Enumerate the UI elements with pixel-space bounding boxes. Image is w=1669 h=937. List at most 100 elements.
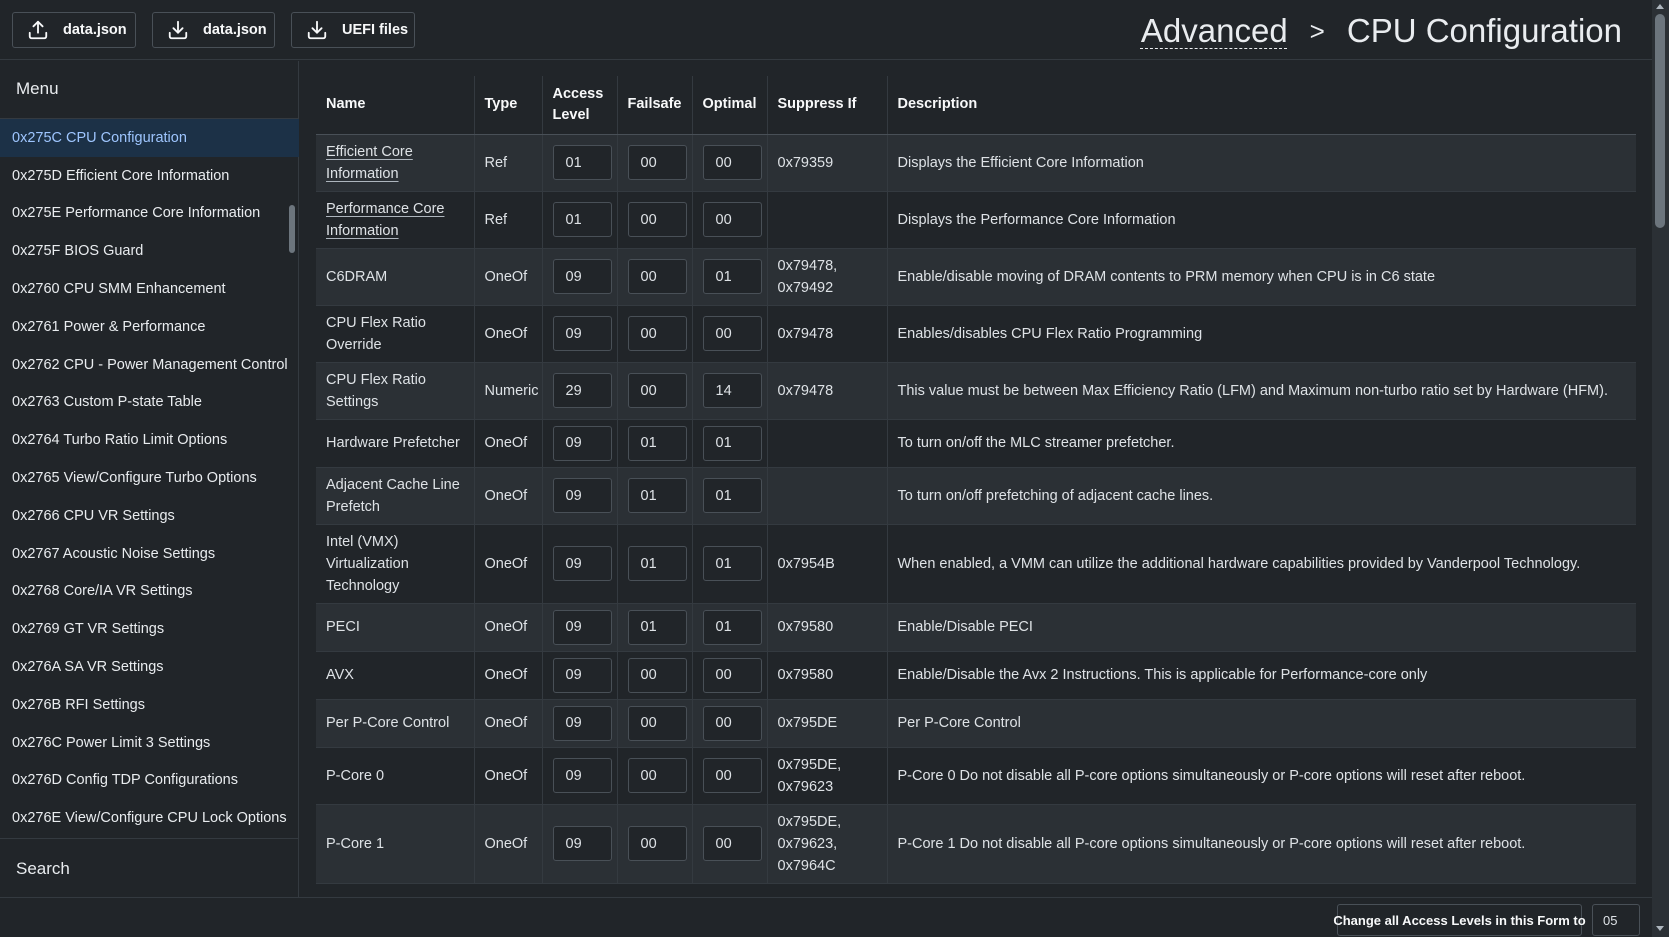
sidebar-menu-item[interactable]: 0x276D Config TDP Configurations bbox=[0, 762, 299, 800]
scroll-up-arrow-icon[interactable] bbox=[1656, 4, 1664, 9]
page-scrollbar-thumb[interactable] bbox=[1655, 14, 1665, 228]
cell-name: C6DRAM bbox=[316, 248, 475, 306]
cell-access bbox=[542, 699, 618, 748]
search-label[interactable]: Search bbox=[16, 859, 70, 879]
access-input[interactable] bbox=[552, 609, 612, 645]
optimal-input[interactable] bbox=[702, 826, 762, 861]
optimal-input[interactable] bbox=[702, 705, 762, 741]
cell-name: P-Core 1 bbox=[316, 804, 475, 884]
failsafe-input[interactable] bbox=[627, 546, 687, 581]
failsafe-input[interactable] bbox=[627, 316, 687, 351]
sidebar-menu-item[interactable]: 0x2766 CPU VR Settings bbox=[0, 497, 299, 535]
menu-list[interactable]: 0x275C CPU Configuration 0x275D Efficient… bbox=[0, 118, 299, 898]
sidebar-menu-item[interactable]: 0x2763 Custom P-state Table bbox=[0, 384, 299, 422]
sidebar-menu-item[interactable]: 0x275E Performance Core Information bbox=[0, 195, 299, 233]
cell-optimal bbox=[692, 134, 768, 192]
sidebar-menu-item[interactable]: 0x276B RFI Settings bbox=[0, 686, 299, 724]
sidebar-menu-item[interactable]: 0x276E View/Configure CPU Lock Options bbox=[0, 799, 299, 837]
cell-access bbox=[542, 651, 618, 700]
access-level-input[interactable] bbox=[1592, 904, 1640, 936]
access-input[interactable] bbox=[552, 546, 612, 581]
access-input[interactable] bbox=[552, 316, 612, 351]
optimal-input[interactable] bbox=[702, 259, 762, 294]
cell-suppress-if bbox=[767, 419, 888, 468]
cell-access bbox=[542, 603, 618, 652]
setting-name: AVX bbox=[326, 667, 354, 683]
breadcrumb-parent-link[interactable]: Advanced bbox=[1141, 12, 1288, 50]
cell-failsafe bbox=[617, 747, 693, 805]
setting-name: Adjacent Cache Line Prefetch bbox=[326, 476, 460, 515]
sidebar-menu-item[interactable]: 0x2767 Acoustic Noise Settings bbox=[0, 535, 299, 573]
failsafe-input[interactable] bbox=[627, 478, 687, 513]
access-input[interactable] bbox=[552, 202, 612, 237]
cell-description: To turn on/off the MLC streamer prefetch… bbox=[887, 419, 1636, 468]
sidebar-menu-item[interactable]: 0x2768 Core/IA VR Settings bbox=[0, 573, 299, 611]
setting-name: Hardware Prefetcher bbox=[326, 435, 460, 451]
failsafe-input[interactable] bbox=[627, 373, 687, 408]
access-input[interactable] bbox=[552, 478, 612, 513]
optimal-input[interactable] bbox=[702, 145, 762, 180]
optimal-input[interactable] bbox=[702, 758, 762, 793]
cell-suppress-if: 0x795DE bbox=[767, 699, 888, 748]
optimal-input[interactable] bbox=[702, 657, 762, 693]
sidebar-menu-item[interactable]: 0x2761 Power & Performance bbox=[0, 308, 299, 346]
failsafe-input[interactable] bbox=[627, 705, 687, 741]
cell-suppress-if: 0x79478 bbox=[767, 305, 888, 363]
access-input[interactable] bbox=[552, 705, 612, 741]
download-json-button[interactable]: data.json bbox=[152, 12, 275, 48]
access-input[interactable] bbox=[552, 657, 612, 693]
settings-table: Name Type Access Level Failsafe Optimal … bbox=[316, 76, 1636, 884]
sidebar-menu-item[interactable]: 0x2760 CPU SMM Enhancement bbox=[0, 270, 299, 308]
failsafe-input[interactable] bbox=[627, 609, 687, 645]
cell-suppress-if bbox=[767, 467, 888, 525]
sidebar-menu-item[interactable]: 0x2764 Turbo Ratio Limit Options bbox=[0, 421, 299, 459]
failsafe-input[interactable] bbox=[627, 758, 687, 793]
header-failsafe: Failsafe bbox=[617, 76, 693, 135]
sidebar-menu-item[interactable]: 0x2762 CPU - Power Management Control bbox=[0, 346, 299, 384]
header-description: Description bbox=[887, 76, 1636, 135]
access-input[interactable] bbox=[552, 373, 612, 408]
sidebar-menu-item[interactable]: 0x2765 View/Configure Turbo Options bbox=[0, 459, 299, 497]
optimal-input[interactable] bbox=[702, 609, 762, 645]
failsafe-input[interactable] bbox=[627, 259, 687, 294]
sidebar-menu-item[interactable]: 0x276A SA VR Settings bbox=[0, 648, 299, 686]
access-input[interactable] bbox=[552, 826, 612, 861]
failsafe-input[interactable] bbox=[627, 202, 687, 237]
download-uefi-button[interactable]: UEFI files bbox=[291, 12, 415, 48]
optimal-input[interactable] bbox=[702, 316, 762, 351]
sidebar-menu-item[interactable]: 0x276C Power Limit 3 Settings bbox=[0, 724, 299, 762]
main-content: Name Type Access Level Failsafe Optimal … bbox=[316, 76, 1636, 897]
setting-name-link[interactable]: Performance Core Information bbox=[326, 201, 444, 239]
failsafe-input[interactable] bbox=[627, 826, 687, 861]
cell-type: Ref bbox=[474, 191, 543, 249]
failsafe-input[interactable] bbox=[627, 657, 687, 693]
sidebar-menu-item[interactable]: 0x2769 GT VR Settings bbox=[0, 610, 299, 648]
scroll-down-arrow-icon[interactable] bbox=[1656, 926, 1664, 931]
failsafe-input[interactable] bbox=[627, 145, 687, 180]
optimal-input[interactable] bbox=[702, 546, 762, 581]
cell-failsafe bbox=[617, 467, 693, 525]
setting-name-link[interactable]: Efficient Core Information bbox=[326, 144, 413, 182]
download-icon bbox=[307, 20, 327, 40]
access-input[interactable] bbox=[552, 425, 612, 461]
page-scrollbar[interactable] bbox=[1652, 0, 1669, 937]
cell-description: Displays the Performance Core Informatio… bbox=[887, 191, 1636, 249]
sidebar-menu-item[interactable]: 0x275F BIOS Guard bbox=[0, 232, 299, 270]
change-all-access-levels-button[interactable]: Change all Access Levels in this Form to bbox=[1333, 904, 1586, 936]
sidebar-scrollbar-thumb[interactable] bbox=[289, 205, 295, 253]
optimal-input[interactable] bbox=[702, 425, 762, 461]
failsafe-input[interactable] bbox=[627, 425, 687, 461]
optimal-input[interactable] bbox=[702, 202, 762, 237]
sidebar-menu-item[interactable]: 0x275D Efficient Core Information bbox=[0, 157, 299, 195]
access-input[interactable] bbox=[552, 145, 612, 180]
access-input[interactable] bbox=[552, 259, 612, 294]
table-row: P-Core 0 OneOf 0x795DE, 0x79623P-Core 0 Do… bbox=[316, 747, 1636, 805]
access-input[interactable] bbox=[552, 758, 612, 793]
sidebar-menu-item[interactable]: 0x275C CPU Configuration bbox=[0, 119, 299, 157]
cell-description: Enables/disables CPU Flex Ratio Programm… bbox=[887, 305, 1636, 363]
optimal-input[interactable] bbox=[702, 373, 762, 408]
upload-json-button[interactable]: data.json bbox=[12, 12, 136, 48]
cell-access bbox=[542, 191, 618, 249]
optimal-input[interactable] bbox=[702, 478, 762, 513]
search-section[interactable]: Search bbox=[0, 838, 299, 896]
